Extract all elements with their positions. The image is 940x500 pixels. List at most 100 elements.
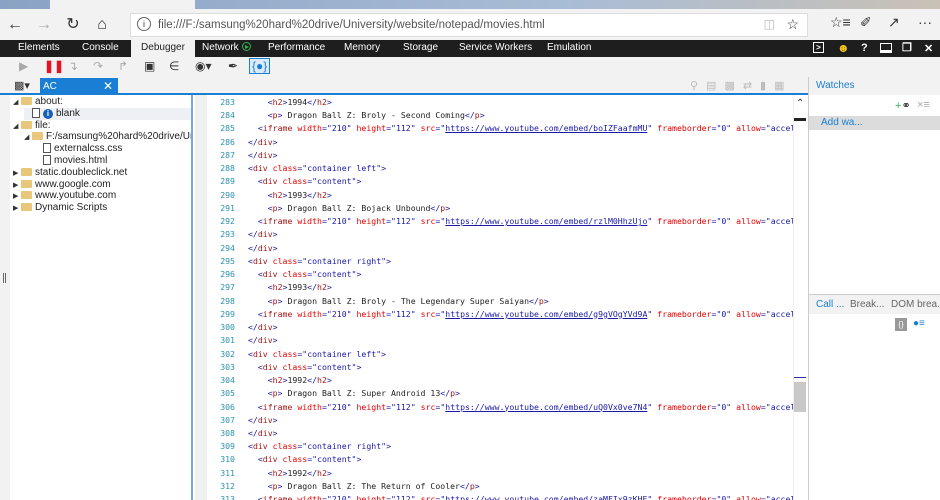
just-my-code-icon[interactable]: {●} bbox=[249, 58, 271, 74]
code-line[interactable]: 298 <p> Dragon Ball Z: Broly - The Legen… bbox=[207, 295, 793, 308]
break-on-new-worker-icon[interactable]: ▣ bbox=[144, 59, 155, 73]
line-number[interactable]: 304 bbox=[207, 374, 235, 387]
line-number[interactable]: 306 bbox=[207, 401, 235, 414]
tree-item[interactable]: ▶ Dynamic Scripts bbox=[13, 202, 107, 214]
feedback-smiley-icon[interactable]: ☻ bbox=[837, 41, 850, 55]
line-number[interactable]: 310 bbox=[207, 453, 235, 466]
expanded-arrow-icon[interactable]: ◢ bbox=[24, 132, 32, 144]
tree-item[interactable]: ◢ about: bbox=[13, 96, 63, 108]
disconnect-icon[interactable]: ✒ bbox=[228, 59, 238, 73]
forward-button[interactable]: → bbox=[32, 15, 56, 35]
home-button[interactable]: ⌂ bbox=[90, 15, 114, 35]
line-number[interactable]: 303 bbox=[207, 361, 235, 374]
code-line[interactable]: 287 </div> bbox=[207, 149, 793, 162]
code-line[interactable]: 312 <p> Dragon Ball Z: The Return of Coo… bbox=[207, 480, 793, 493]
tab-network[interactable]: Network bbox=[202, 40, 251, 57]
line-number[interactable]: 289 bbox=[207, 175, 235, 188]
reading-view-icon[interactable]: ◫ bbox=[764, 17, 775, 31]
exceptions-dropdown-icon[interactable]: ◉▾ bbox=[195, 59, 212, 73]
code-line[interactable]: 294 </div> bbox=[207, 242, 793, 255]
show-library-frames-icon[interactable]: {} bbox=[895, 318, 907, 331]
line-number[interactable]: 312 bbox=[207, 480, 235, 493]
tab-performance[interactable]: Performance bbox=[268, 40, 325, 57]
vertical-scrollbar[interactable]: ⌃ bbox=[793, 95, 806, 500]
tab-emulation[interactable]: Emulation bbox=[547, 40, 591, 57]
line-number[interactable]: 285 bbox=[207, 122, 235, 135]
open-document-icon[interactable]: ▩▾ bbox=[14, 79, 30, 92]
line-number[interactable]: 309 bbox=[207, 440, 235, 453]
code-line[interactable]: 299 <iframe width="210" height="112" src… bbox=[207, 308, 793, 321]
line-number[interactable]: 297 bbox=[207, 281, 235, 294]
code-line[interactable]: 284 <p> Dragon Ball Z: Broly - Second Co… bbox=[207, 109, 793, 122]
source-tab-ac[interactable]: AC ✕ bbox=[40, 78, 118, 95]
back-button[interactable]: ← bbox=[3, 15, 27, 35]
code-line[interactable]: 295 <div class="container right"> bbox=[207, 255, 793, 268]
tree-item[interactable]: ▶ www.youtube.com bbox=[13, 190, 116, 202]
line-number[interactable]: 293 bbox=[207, 228, 235, 241]
code-line[interactable]: 302 <div class="container left"> bbox=[207, 348, 793, 361]
line-number[interactable]: 295 bbox=[207, 255, 235, 268]
code-line[interactable]: 306 <iframe width="210" height="112" src… bbox=[207, 401, 793, 414]
code-line[interactable]: 303 <div class="content"> bbox=[207, 361, 793, 374]
tree-item[interactable]: movies.html bbox=[35, 155, 107, 167]
code-line[interactable]: 291 <p> Dragon Ball Z: Bojack Unbound</p… bbox=[207, 202, 793, 215]
close-devtools-icon[interactable]: ✕ bbox=[924, 42, 933, 55]
delete-all-watches-icon[interactable]: ×≡ bbox=[917, 99, 930, 111]
line-number[interactable]: 298 bbox=[207, 295, 235, 308]
code-line[interactable]: 310 <div class="content"> bbox=[207, 453, 793, 466]
undock-icon[interactable]: ❐ bbox=[902, 41, 912, 54]
line-number[interactable]: 302 bbox=[207, 348, 235, 361]
line-number[interactable]: 305 bbox=[207, 387, 235, 400]
line-number[interactable]: 287 bbox=[207, 149, 235, 162]
refresh-button[interactable]: ↻ bbox=[61, 15, 85, 35]
code-line[interactable]: 296 <div class="content"> bbox=[207, 268, 793, 281]
code-line[interactable]: 289 <div class="content"> bbox=[207, 175, 793, 188]
line-number[interactable]: 300 bbox=[207, 321, 235, 334]
code-line[interactable]: 308 </div> bbox=[207, 427, 793, 440]
line-number[interactable]: 307 bbox=[207, 414, 235, 427]
console-toggle-icon[interactable]: > bbox=[813, 42, 824, 53]
line-number[interactable]: 284 bbox=[207, 109, 235, 122]
source-toolbar-icons[interactable]: ⚲▤▩⇄▮▦ bbox=[690, 79, 793, 92]
scroll-thumb[interactable] bbox=[794, 382, 806, 412]
tab-dom-breakpoints[interactable]: DOM brea... bbox=[891, 295, 940, 315]
tree-item[interactable]: ▶ www.google.com bbox=[13, 179, 111, 191]
add-watch-icon[interactable]: +⚭ bbox=[895, 99, 911, 112]
tab-breakpoints[interactable]: Break... bbox=[850, 295, 884, 315]
pause-icon[interactable]: ❚❚ bbox=[44, 59, 64, 73]
expanded-arrow-icon[interactable]: ◢ bbox=[13, 121, 21, 133]
tab-elements[interactable]: Elements bbox=[18, 40, 60, 57]
tab-console[interactable]: Console bbox=[82, 40, 119, 57]
expanded-arrow-icon[interactable]: ◢ bbox=[13, 97, 21, 109]
line-number[interactable]: 311 bbox=[207, 467, 235, 480]
line-number[interactable]: 294 bbox=[207, 242, 235, 255]
close-tab-icon[interactable]: ✕ bbox=[103, 78, 113, 95]
tree-item[interactable]: externalcss.css bbox=[35, 143, 122, 155]
line-number[interactable]: 291 bbox=[207, 202, 235, 215]
line-number[interactable]: 313 bbox=[207, 493, 235, 500]
code-line[interactable]: 311 <h2>1992</h2> bbox=[207, 467, 793, 480]
line-number[interactable]: 301 bbox=[207, 334, 235, 347]
line-number[interactable]: 286 bbox=[207, 136, 235, 149]
line-number[interactable]: 296 bbox=[207, 268, 235, 281]
code-line[interactable]: 290 <h2>1993</h2> bbox=[207, 189, 793, 202]
share-icon[interactable]: ↗ bbox=[888, 14, 900, 31]
scroll-up-icon[interactable]: ⌃ bbox=[796, 98, 804, 109]
tree-item[interactable]: ◢ F:/samsung%20hard%20drive/Univers bbox=[24, 131, 191, 144]
line-number[interactable]: 292 bbox=[207, 215, 235, 228]
help-icon[interactable]: ? bbox=[861, 42, 868, 54]
url-input[interactable]: i file:///F:/samsung%20hard%20drive/Univ… bbox=[130, 13, 808, 37]
code-line[interactable]: 301 </div> bbox=[207, 334, 793, 347]
pen-icon[interactable]: ✐ bbox=[860, 14, 872, 31]
continue-icon[interactable]: ▶ bbox=[19, 59, 28, 73]
step-over-icon[interactable]: ↷ bbox=[93, 59, 103, 73]
favorite-star-icon[interactable]: ☆ bbox=[786, 16, 799, 33]
tab-service-workers[interactable]: Service Workers bbox=[459, 40, 532, 57]
tab-storage[interactable]: Storage bbox=[403, 40, 438, 57]
code-line[interactable]: 292 <iframe width="210" height="112" src… bbox=[207, 215, 793, 228]
code-line[interactable]: 293 </div> bbox=[207, 228, 793, 241]
code-line[interactable]: 297 <h2>1993</h2> bbox=[207, 281, 793, 294]
tree-item[interactable]: ◢ file: bbox=[13, 120, 51, 132]
copy-stack-icon[interactable]: ●≡ bbox=[913, 318, 925, 329]
tree-item[interactable]: ▶ static.doubleclick.net bbox=[13, 167, 127, 179]
